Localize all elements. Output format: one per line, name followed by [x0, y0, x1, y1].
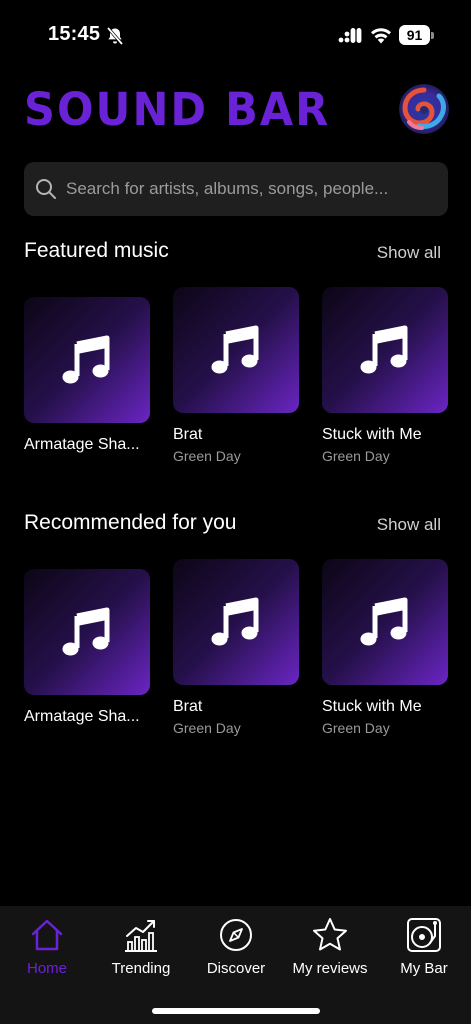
wifi-icon [371, 28, 391, 44]
recommended-card-stuck-with-me[interactable]: Stuck with Me Green Day [322, 559, 448, 736]
album-art [24, 569, 150, 695]
music-note-icon [360, 597, 408, 646]
nav-label-my-bar: My Bar [400, 960, 448, 977]
album-art [24, 297, 150, 423]
featured-card-armatage[interactable]: Armatage Sha... [24, 297, 150, 454]
home-screen: 15:45 91 SOUND BAR Search for artists, a… [0, 0, 471, 1024]
music-note-icon [62, 607, 110, 656]
card-title: Armatage Sha... [24, 436, 140, 453]
nav-label-my-reviews: My reviews [292, 960, 368, 977]
search-icon [36, 179, 56, 199]
app-logo: SOUND BAR [24, 84, 331, 137]
nav-label-discover: Discover [206, 960, 266, 977]
card-artist: Green Day [322, 448, 390, 464]
music-note-icon [211, 325, 259, 374]
show-all-featured-button[interactable]: Show all [377, 243, 441, 263]
album-art [322, 287, 448, 413]
nav-discover[interactable]: Discover [189, 916, 283, 986]
cellular-signal-icon [338, 28, 362, 43]
album-art [173, 559, 299, 685]
status-bar: 15:45 91 [0, 0, 471, 70]
section-title-featured-music: Featured music [24, 239, 169, 262]
card-title: Brat [173, 698, 203, 715]
battery-level: 91 [399, 25, 430, 45]
search-bar[interactable] [24, 162, 448, 216]
card-artist: Green Day [173, 720, 241, 736]
search-input[interactable] [66, 162, 436, 216]
compass-icon [220, 919, 252, 951]
status-time: 15:45 [48, 23, 101, 45]
card-title: Stuck with Me [322, 426, 422, 443]
card-title: Brat [173, 426, 203, 443]
nav-label-trending: Trending [111, 960, 171, 977]
star-icon [313, 918, 347, 951]
nav-home[interactable]: Home [0, 916, 94, 986]
nav-label-home: Home [26, 960, 67, 977]
card-title: Armatage Sha... [24, 708, 140, 725]
turntable-icon [407, 918, 441, 952]
album-art [322, 559, 448, 685]
nav-my-bar[interactable]: My Bar [377, 916, 471, 986]
recommended-card-brat[interactable]: Brat Green Day [173, 559, 299, 736]
section-title-recommended: Recommended for you [24, 511, 237, 534]
featured-card-stuck-with-me[interactable]: Stuck with Me Green Day [322, 287, 448, 464]
music-note-icon [360, 325, 408, 374]
avatar[interactable] [399, 84, 449, 134]
bell-slash-icon [106, 26, 124, 46]
card-artist: Green Day [322, 720, 390, 736]
trending-chart-icon [125, 920, 157, 952]
nav-my-reviews[interactable]: My reviews [283, 916, 377, 986]
recommended-card-armatage[interactable]: Armatage Sha... [24, 569, 150, 726]
home-icon [31, 919, 63, 951]
music-note-icon [211, 597, 259, 646]
music-note-icon [62, 335, 110, 384]
battery-icon: 91 [399, 25, 435, 45]
show-all-recommended-button[interactable]: Show all [377, 515, 441, 535]
nav-trending[interactable]: Trending [94, 916, 188, 986]
avatar-swirl-icon [399, 84, 449, 134]
album-art [173, 287, 299, 413]
card-title: Stuck with Me [322, 698, 422, 715]
card-artist: Green Day [173, 448, 241, 464]
home-indicator[interactable] [152, 1008, 320, 1014]
battery-tip [431, 32, 434, 39]
bottom-nav: Home Trending Discover My reviews My Bar [0, 906, 471, 1024]
featured-card-brat[interactable]: Brat Green Day [173, 287, 299, 464]
